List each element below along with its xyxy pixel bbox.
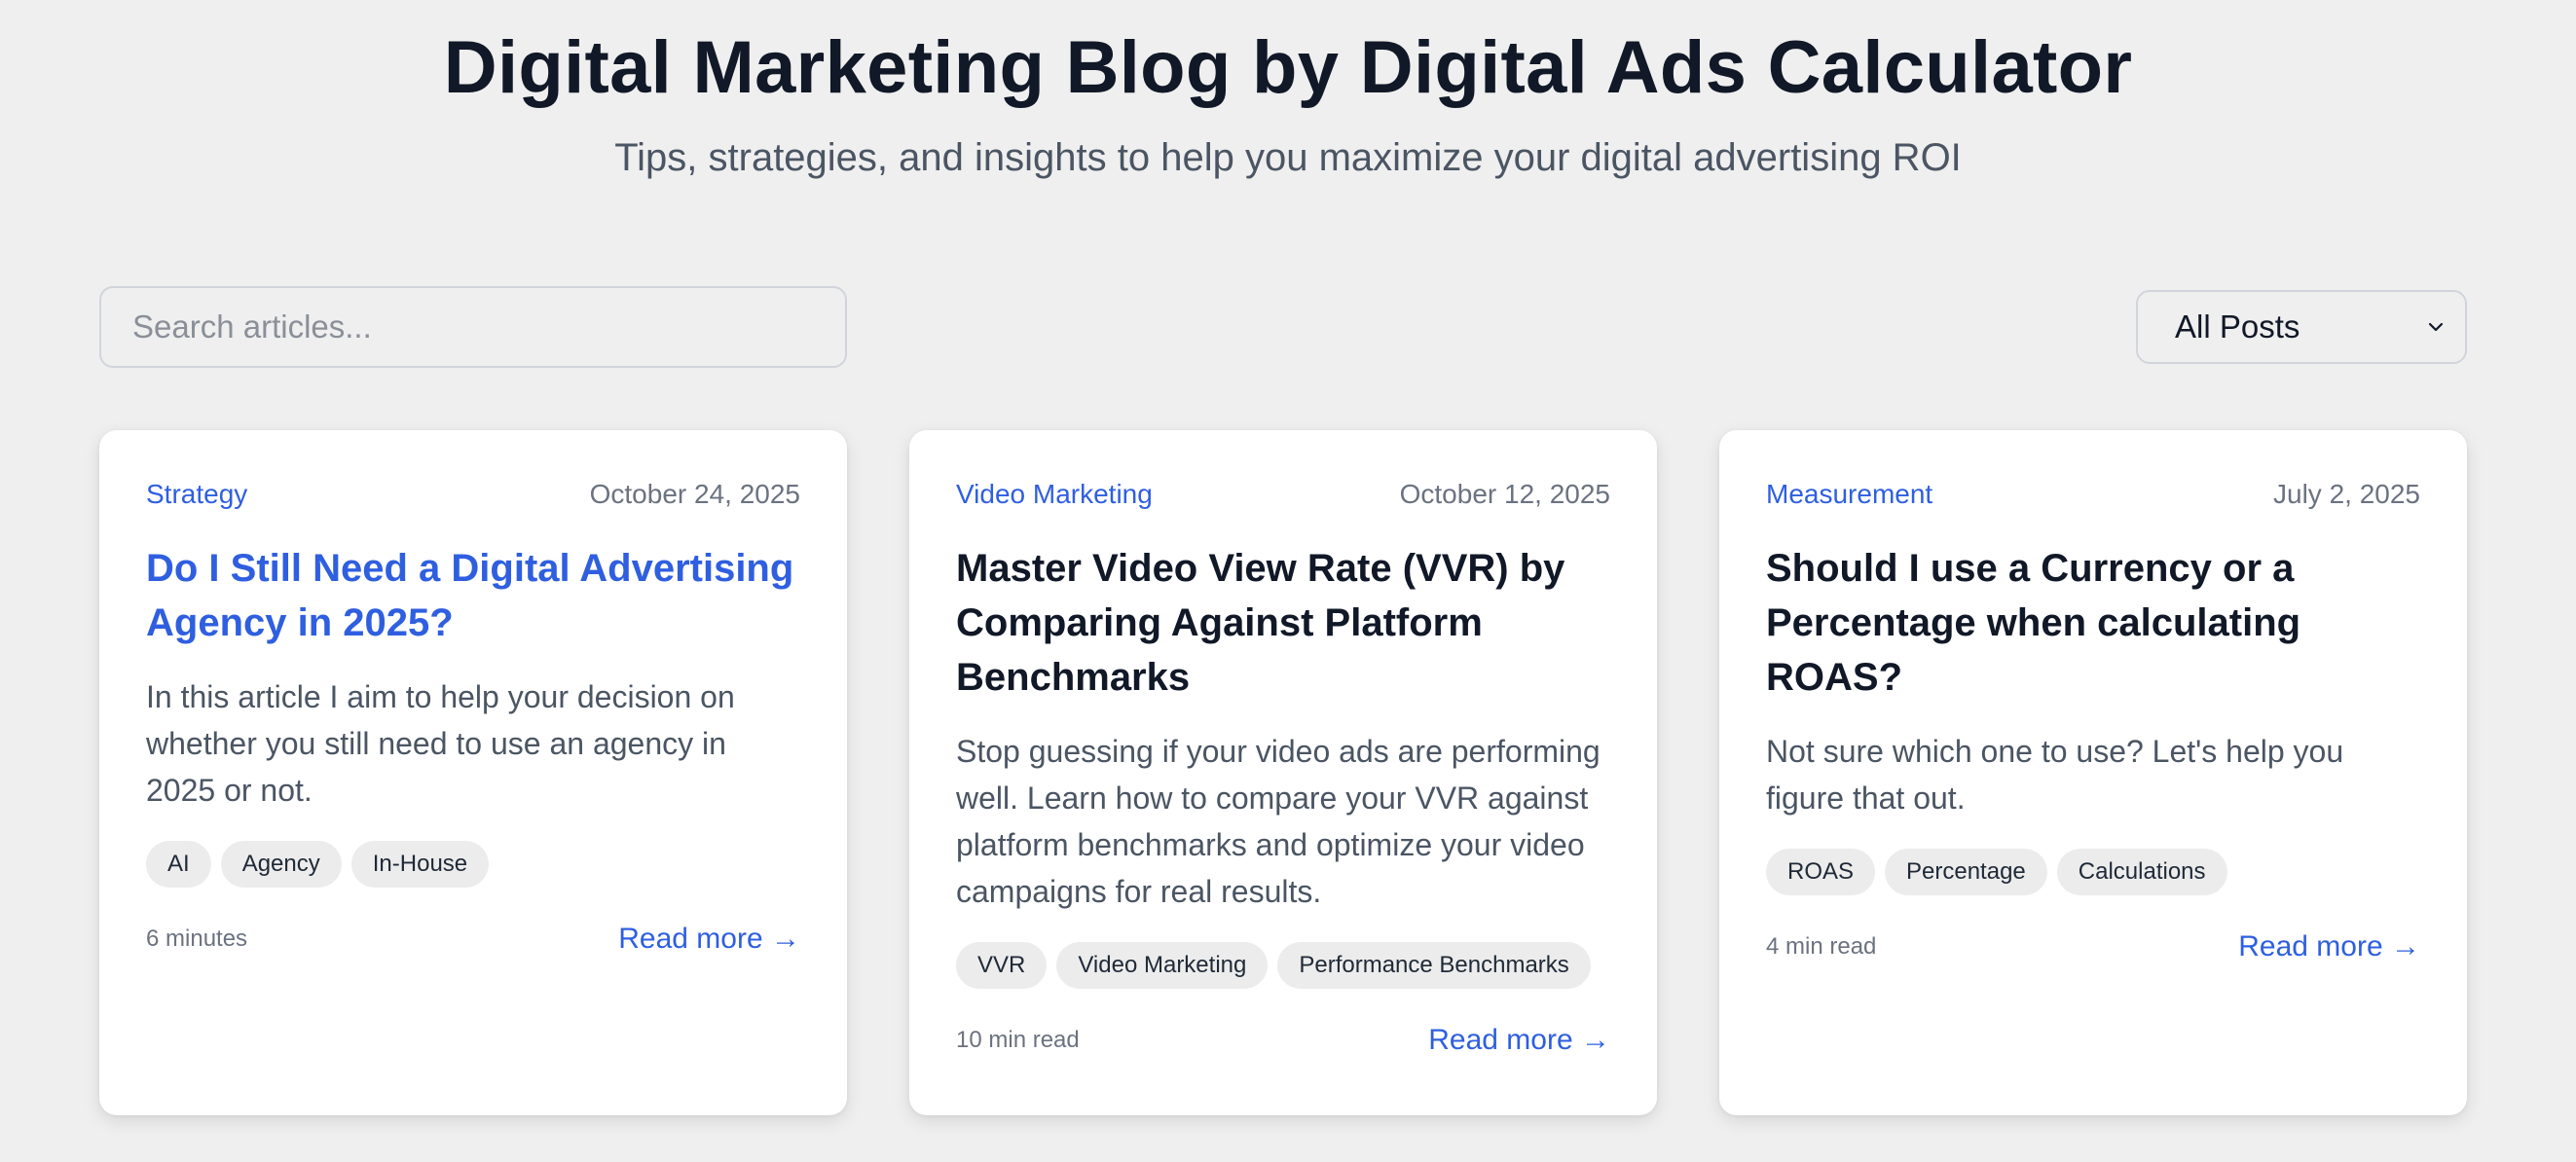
post-title[interactable]: Master Video View Rate (VVR) by Comparin… (956, 541, 1610, 705)
chevron-down-icon (2428, 322, 2444, 332)
post-date: October 12, 2025 (1399, 479, 1610, 509)
read-more-link[interactable]: Read more → (618, 923, 800, 956)
post-grid: Strategy October 24, 2025 Do I Still Nee… (99, 430, 2467, 1115)
post-category[interactable]: Video Marketing (956, 479, 1153, 510)
tag-chip[interactable]: Video Marketing (1056, 942, 1269, 989)
post-title[interactable]: Do I Still Need a Digital Advertising Ag… (146, 541, 800, 650)
post-meta: Video Marketing October 12, 2025 (956, 475, 1610, 514)
filter-selected-value: All Posts (2175, 309, 2300, 345)
tag-chip[interactable]: Performance Benchmarks (1277, 942, 1591, 989)
tag-chip[interactable]: Percentage (1885, 849, 2047, 895)
category-filter-select[interactable]: All Posts (2136, 290, 2467, 364)
read-more-link[interactable]: Read more → (2238, 930, 2420, 963)
page-subtitle: Tips, strategies, and insights to help y… (614, 136, 1962, 179)
post-tags: ROAS Percentage Calculations (1766, 849, 2420, 895)
post-card[interactable]: Video Marketing October 12, 2025 Master … (909, 430, 1657, 1115)
post-footer: 10 min read Read more → (956, 1024, 1610, 1057)
post-category[interactable]: Strategy (146, 479, 247, 510)
page-header: Digital Marketing Blog by Digital Ads Ca… (0, 0, 2576, 181)
post-footer: 4 min read Read more → (1766, 930, 2420, 963)
read-time: 6 minutes (146, 926, 248, 952)
tag-chip[interactable]: VVR (956, 942, 1048, 989)
read-more-link[interactable]: Read more → (1428, 1024, 1610, 1057)
post-tags: AI Agency In-House (146, 841, 800, 888)
page-title: Digital Marketing Blog by Digital Ads Ca… (443, 26, 2133, 109)
post-excerpt: Stop guessing if your video ads are perf… (956, 734, 1601, 909)
tag-chip[interactable]: Agency (220, 841, 342, 888)
post-excerpt: In this article I aim to help your decis… (146, 679, 735, 808)
tag-chip[interactable]: ROAS (1766, 849, 1876, 895)
post-meta: Measurement July 2, 2025 (1766, 475, 2420, 514)
post-date: October 24, 2025 (589, 479, 800, 509)
post-footer: 6 minutes Read more → (146, 923, 800, 956)
tag-chip[interactable]: In-House (350, 841, 490, 888)
post-date: July 2, 2025 (2273, 479, 2420, 509)
post-card[interactable]: Strategy October 24, 2025 Do I Still Nee… (99, 430, 847, 1115)
post-tags: VVR Video Marketing Performance Benchmar… (956, 942, 1610, 989)
tag-chip[interactable]: AI (146, 841, 211, 888)
read-time: 4 min read (1766, 933, 1877, 960)
read-time: 10 min read (956, 1027, 1080, 1053)
post-title[interactable]: Should I use a Currency or a Percentage … (1766, 541, 2420, 705)
post-category[interactable]: Measurement (1766, 479, 1932, 510)
search-input[interactable] (99, 286, 847, 368)
post-excerpt: Not sure which one to use? Let's help yo… (1766, 734, 2344, 816)
controls-bar: All Posts (99, 286, 2467, 368)
post-card[interactable]: Measurement July 2, 2025 Should I use a … (1719, 430, 2467, 1115)
tag-chip[interactable]: Calculations (2056, 849, 2227, 895)
post-meta: Strategy October 24, 2025 (146, 475, 800, 514)
